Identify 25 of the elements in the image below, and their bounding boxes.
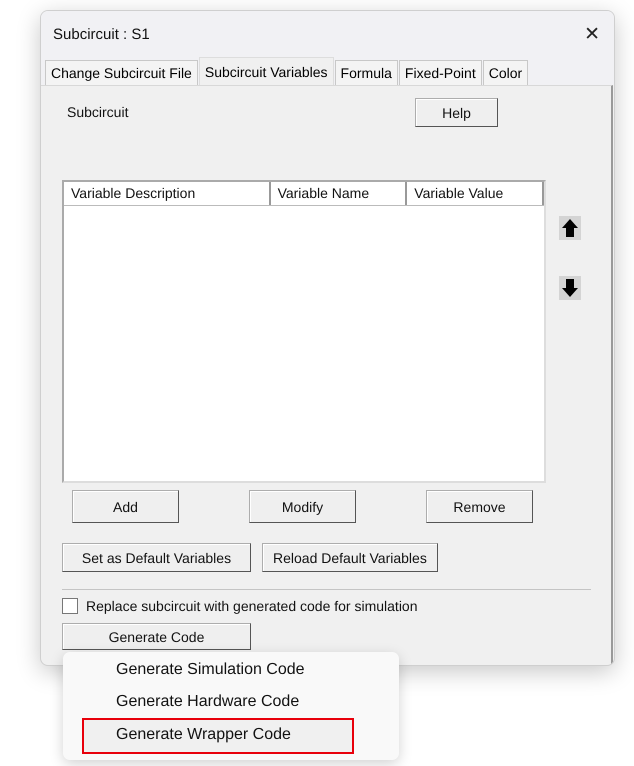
window-title: Subcircuit : S1 xyxy=(53,26,150,42)
move-up-icon[interactable] xyxy=(559,216,581,240)
menu-item[interactable]: Generate Wrapper Code xyxy=(82,718,354,754)
default-variables-button[interactable]: Reload Default Variables xyxy=(262,543,438,572)
table-action-button[interactable]: Add xyxy=(72,490,179,523)
tab[interactable]: Fixed-Point xyxy=(398,60,482,85)
tab[interactable]: Subcircuit Variables xyxy=(198,57,334,85)
table-action-button[interactable]: Modify xyxy=(249,490,356,523)
menu-item[interactable]: Generate Simulation Code xyxy=(70,654,392,686)
generate-code-button[interactable]: Generate Code xyxy=(62,623,251,650)
table-action-button[interactable]: Remove xyxy=(426,490,533,523)
column-header[interactable]: Variable Name xyxy=(270,182,408,205)
tab[interactable]: Change Subcircuit File xyxy=(45,60,198,85)
menu-item[interactable]: Generate Hardware Code xyxy=(70,686,392,718)
column-header[interactable]: Variable Value xyxy=(407,182,544,205)
help-button[interactable]: Help xyxy=(415,98,498,127)
section-label: Subcircuit xyxy=(67,104,128,120)
tab[interactable]: Formula xyxy=(334,60,398,85)
move-down-icon[interactable] xyxy=(559,276,581,300)
close-button[interactable]: ✕ xyxy=(580,23,604,45)
default-variables-button[interactable]: Set as Default Variables xyxy=(62,543,251,572)
column-header[interactable]: Variable Description xyxy=(64,182,271,205)
tab[interactable]: Color xyxy=(482,60,528,85)
checkbox[interactable] xyxy=(62,598,78,614)
checkbox-label: Replace subcircuit with generated code for simulation xyxy=(86,598,418,614)
